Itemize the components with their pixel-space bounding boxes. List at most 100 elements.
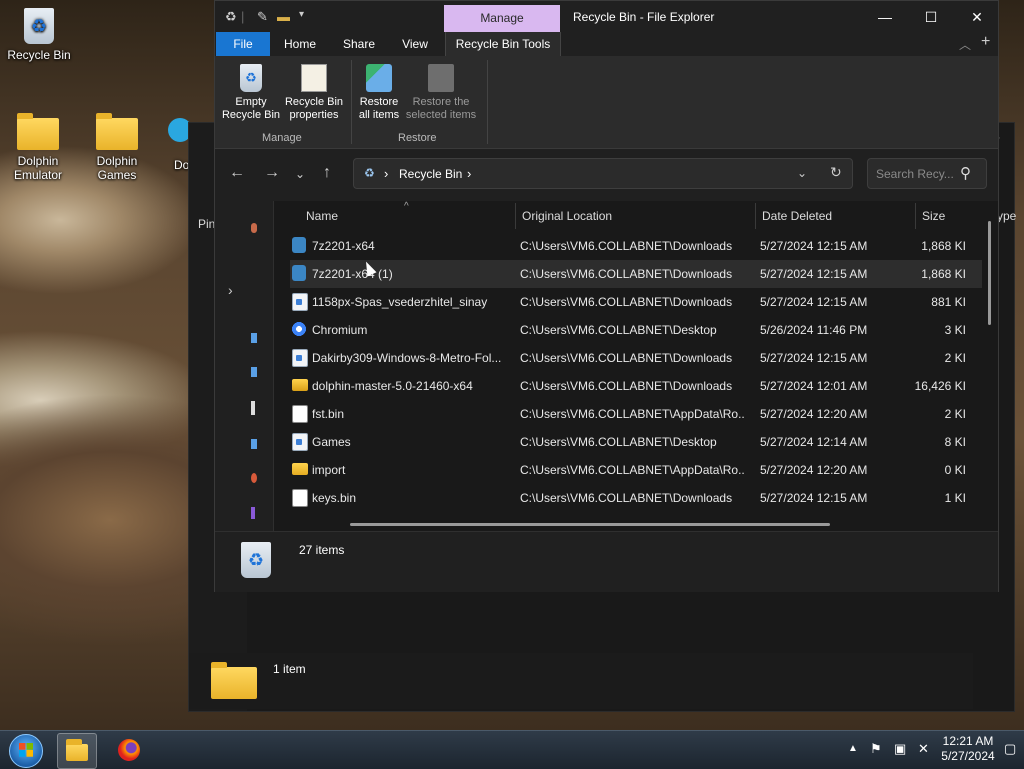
file-original-location: C:\Users\VM6.COLLABNET\Downloads	[520, 295, 733, 309]
desktop-icon-label: Dolphin Emulator	[13, 154, 63, 182]
table-row[interactable]: 1158px-Spas_vsederzhitel_sinay C:\Users\V…	[290, 288, 982, 316]
tab-file[interactable]: File	[216, 32, 270, 56]
add-icon[interactable]: +	[981, 33, 990, 51]
table-row[interactable]: dolphin-master-5.0-21460-x64 C:\Users\VM6…	[290, 372, 982, 400]
restore-all-items-button[interactable]: Restore all items	[355, 62, 403, 122]
table-row[interactable]: import C:\Users\VM6.COLLABNET\AppData\Ro.…	[290, 456, 982, 484]
item-count: 27 items	[299, 543, 345, 557]
file-original-location: C:\Users\VM6.COLLABNET\Downloads	[520, 379, 733, 393]
manage-context-tab[interactable]: Manage	[444, 5, 560, 32]
close-button[interactable]: ✕	[954, 3, 1000, 31]
tab-share[interactable]: Share	[337, 32, 381, 56]
file-size: 2 KI	[944, 351, 966, 365]
notifications-icon[interactable]: ▢	[1004, 741, 1016, 757]
ribbon-separator	[487, 60, 488, 144]
doc-file-icon	[292, 293, 308, 311]
taskbar-firefox[interactable]	[110, 733, 148, 767]
file-original-location: C:\Users\VM6.COLLABNET\Downloads	[520, 491, 733, 505]
desktop-dolphin-emulator[interactable]: Dolphin Emulator	[3, 113, 73, 182]
type-column-header[interactable]: ype	[997, 209, 1016, 223]
empty-recycle-bin-button[interactable]: ♻ Empty Recycle Bin	[221, 62, 281, 122]
expand-chevron-icon[interactable]: ›	[228, 282, 233, 298]
file-name: 1158px-Spas_vsederzhitel_sinay	[312, 295, 488, 309]
button-label: Restore the	[412, 96, 470, 108]
group-label-restore: Restore	[398, 132, 437, 144]
title-bar[interactable]: ♻ | ✎ ▬ ▾ Manage Recycle Bin - File Expl…	[215, 1, 998, 32]
column-divider[interactable]	[515, 203, 516, 229]
show-hidden-icons-icon[interactable]: ▲	[848, 743, 858, 754]
taskbar: ▲ ⚑ ▣ ✕ 12:21 AM 5/27/2024 ▢	[0, 730, 1024, 769]
new-folder-icon[interactable]: ▬	[277, 9, 290, 24]
minimize-button[interactable]: —	[862, 3, 908, 31]
status-bar: ♻ 27 items	[215, 531, 998, 592]
file-name: Dakirby309-Windows-8-Metro-Fol...	[312, 351, 502, 365]
desktop-recycle-bin[interactable]: ♻ Recycle Bin	[4, 8, 74, 62]
address-dropdown-chevron-icon[interactable]: ⌄	[797, 166, 807, 180]
customize-qat-icon[interactable]: ▾	[299, 9, 304, 20]
horizontal-scrollbar[interactable]	[350, 523, 830, 526]
pin-label[interactable]: Pin	[198, 217, 215, 231]
button-label: Recycle Bin	[221, 109, 281, 121]
separator: |	[241, 9, 245, 24]
search-placeholder: Search Recy...	[876, 167, 954, 181]
address-bar[interactable]: ♻ › Recycle Bin › ⌄ ↻	[353, 158, 853, 189]
breadcrumb-separator[interactable]: ›	[467, 166, 471, 181]
network-icon[interactable]: ▣	[894, 741, 906, 757]
window-title: Recycle Bin - File Explorer	[573, 10, 715, 24]
file-list[interactable]: ^ Name Original Location Date Deleted Si…	[274, 201, 998, 531]
table-row[interactable]: fst.bin C:\Users\VM6.COLLABNET\AppData\Ro…	[290, 400, 982, 428]
column-divider[interactable]	[755, 203, 756, 229]
table-row[interactable]: Games C:\Users\VM6.COLLABNET\Desktop 5/27/…	[290, 428, 982, 456]
file-name: dolphin-master-5.0-21460-x64	[312, 379, 473, 393]
up-arrow-icon[interactable]: ↑	[323, 164, 331, 182]
tab-view[interactable]: View	[395, 32, 435, 56]
exe-file-icon	[292, 265, 306, 281]
search-box[interactable]: Search Recy... ⚲	[867, 158, 987, 189]
column-divider[interactable]	[915, 203, 916, 229]
desktop-dolphin-games[interactable]: Dolphin Games	[82, 113, 152, 182]
breadcrumb-recycle-bin[interactable]: Recycle Bin	[399, 167, 462, 181]
file-name: fst.bin	[312, 407, 345, 421]
column-header-original-location[interactable]: Original Location	[522, 209, 612, 223]
clock-time: 12:21 AM	[942, 734, 994, 748]
forward-arrow-icon[interactable]: →	[264, 164, 280, 182]
search-icon: ⚲	[960, 165, 971, 182]
navigation-pane[interactable]: ›	[215, 201, 274, 531]
tab-recycle-bin-tools[interactable]: Recycle Bin Tools	[445, 32, 561, 56]
back-arrow-icon[interactable]: ←	[229, 164, 245, 182]
properties-icon	[301, 64, 327, 92]
vertical-scrollbar[interactable]	[988, 221, 991, 325]
recent-locations-chevron-icon[interactable]: ⌄	[295, 167, 305, 181]
background-status-bar: 1 item	[189, 653, 973, 709]
taskbar-file-explorer[interactable]	[57, 733, 97, 769]
action-center-icon[interactable]: ⚑	[870, 741, 882, 757]
column-header-name[interactable]: Name	[306, 209, 338, 223]
column-header-date-deleted[interactable]: Date Deleted	[762, 209, 832, 223]
recycle-bin-explorer-window[interactable]: ♻ | ✎ ▬ ▾ Manage Recycle Bin - File Expl…	[214, 0, 999, 592]
table-row[interactable]: keys.bin C:\Users\VM6.COLLABNET\Downloads…	[290, 484, 982, 512]
collapse-ribbon-icon[interactable]: ︿	[959, 36, 971, 53]
recycle-bin-small-icon: ♻	[225, 9, 237, 24]
refresh-icon[interactable]: ↻	[830, 164, 842, 181]
tab-home[interactable]: Home	[277, 32, 323, 56]
properties-icon[interactable]: ✎	[257, 9, 268, 25]
table-row[interactable]: 7z2201-x64 C:\Users\VM6.COLLABNET\Downloa…	[290, 232, 982, 260]
table-row[interactable]: Dakirby309-Windows-8-Metro-Fol... C:\User…	[290, 344, 982, 372]
maximize-button[interactable]: ☐	[908, 3, 954, 31]
desktop-dolphin-shortcut[interactable]: Do	[160, 118, 192, 172]
system-clock[interactable]: 12:21 AM 5/27/2024	[938, 734, 998, 764]
breadcrumb-separator[interactable]: ›	[384, 166, 388, 181]
zip-file-icon	[292, 379, 308, 391]
folder-icon	[211, 662, 257, 699]
sort-ascending-icon: ^	[404, 201, 409, 212]
file-date-deleted: 5/27/2024 12:20 AM	[760, 463, 868, 477]
volume-muted-icon[interactable]: ✕	[918, 741, 929, 757]
column-header-size[interactable]: Size	[922, 209, 945, 223]
table-row[interactable]: 7z2201-x64 (1) C:\Users\VM6.COLLABNET\Dow…	[290, 260, 982, 288]
file-date-deleted: 5/27/2024 12:15 AM	[760, 491, 868, 505]
desktop-icon-label: Recycle Bin	[7, 48, 71, 62]
table-row[interactable]: Chromium C:\Users\VM6.COLLABNET\Desktop 5/…	[290, 316, 982, 344]
recycle-bin-properties-button[interactable]: Recycle Bin properties	[283, 62, 345, 122]
restore-selected-items-button[interactable]: Restore the selected items	[403, 62, 479, 122]
start-button[interactable]	[9, 734, 43, 768]
